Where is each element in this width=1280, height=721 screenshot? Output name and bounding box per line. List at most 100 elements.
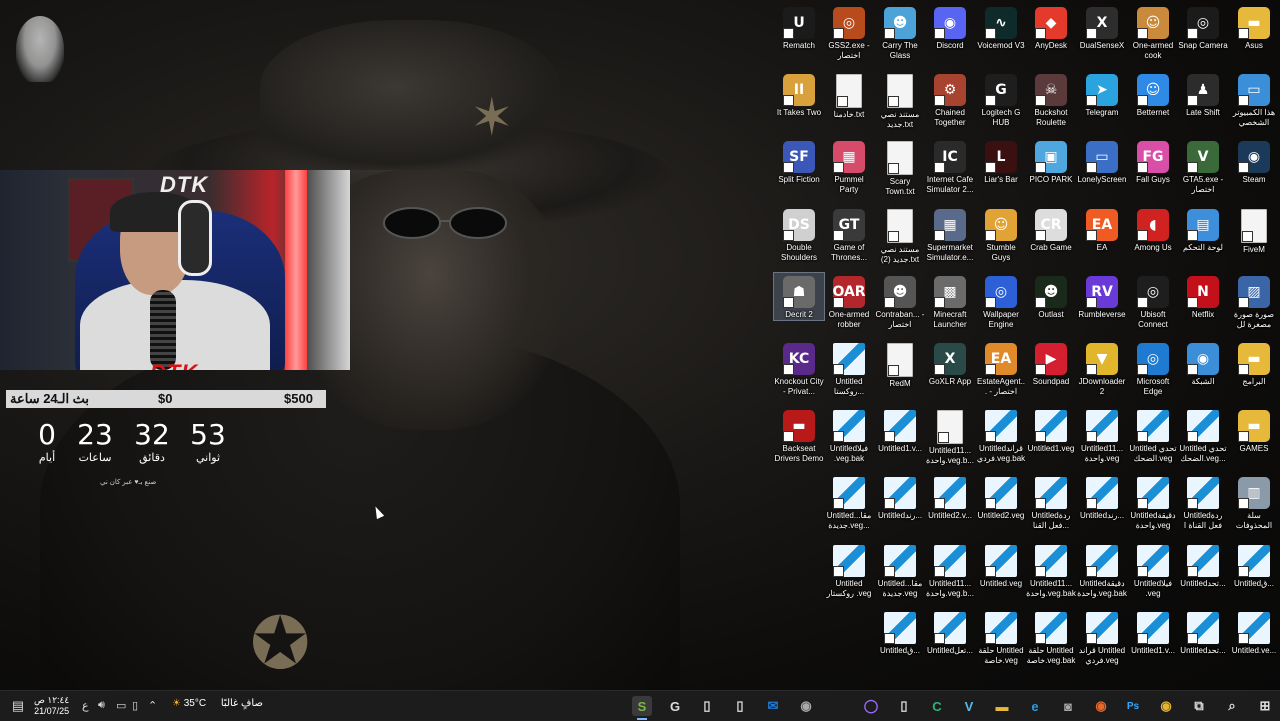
desktop-icon[interactable]: Untitledرند... [875,474,925,521]
desktop-icon[interactable]: Untitledفيلا .veg.bak [824,407,874,464]
desktop-icon[interactable]: U Rematch [774,4,824,51]
desktop-icon[interactable]: ☻ Outlast [1026,273,1076,320]
desktop-icon[interactable]: ▩ Minecraft Launcher [925,273,975,330]
desktop-icon[interactable]: Untitled11... واحدة.veg.b... [925,407,975,466]
notification-center-icon[interactable]: ▤ [8,696,28,716]
battery-icon[interactable]: ▯ [132,699,138,712]
desktop-icon[interactable]: ◎ Microsoft Edge [1128,340,1178,397]
desktop-icon[interactable]: Untitled روكستار .veg [824,542,874,599]
desktop-icon[interactable]: V GTA5.exe - اختصار [1178,138,1228,195]
desktop-icon[interactable]: Untitledرند... [1077,474,1127,521]
desktop-icon[interactable]: Untitled2.veg [976,474,1026,521]
desktop-icon[interactable]: X GoXLR App [925,340,975,387]
desktop-icon[interactable]: Untitled تحدي الضحك.veg... [1178,407,1228,464]
desktop-icon[interactable]: G Logitech G HUB [976,71,1026,128]
desktop-icon[interactable]: ▥ سلة المحذوفات [1229,474,1279,531]
desktop-icon[interactable]: ☗ Decrit 2 [773,272,825,321]
desktop-icon[interactable]: X DualSenseX [1077,4,1127,51]
desktop-icon[interactable]: ▭ هذا الكمبيوتر الشخصي [1229,71,1279,128]
desktop-icon[interactable]: Untitled11... واحدة.veg.b... [925,542,975,599]
desktop-icon[interactable]: ☺ Stumble Guys [976,206,1026,263]
desktop-icon[interactable]: Untitledردة فعل القنا... [1026,474,1076,531]
desktop-icon[interactable]: ◉ Discord [925,4,975,51]
desktop-icon[interactable]: ◖ Among Us [1128,206,1178,253]
show-hidden-icons-chevron-icon[interactable]: ⌃ [148,699,157,712]
taskbar-app-file-1-icon[interactable]: ▯ [697,696,717,716]
desktop-icon[interactable]: ▼ JDownloader 2 [1077,340,1127,397]
taskbar-app-photoshop-icon[interactable]: Ps [1123,696,1143,716]
desktop-icon[interactable]: Untitled روكستا... [824,340,874,397]
desktop-icon[interactable]: KC Knockout City - Privat... [774,340,824,397]
taskbar-app-start-icon[interactable]: ⊞ [1255,696,1275,716]
desktop-icon[interactable]: Untitled1.v... [875,407,925,454]
desktop-icon[interactable]: ▶ Soundpad [1026,340,1076,387]
desktop-icon[interactable]: Scary Town.txt [875,138,925,197]
desktop-icon[interactable]: ☺ Betternet [1128,71,1178,118]
desktop-icon[interactable]: ☻ Contraban... - اختصار [875,273,925,330]
taskbar-app-vegas-icon[interactable]: V [959,696,979,716]
desktop-icon[interactable]: L Liar's Bar [976,138,1026,185]
desktop-icon[interactable]: ∿ Voicemod V3 [976,4,1026,51]
desktop-icon[interactable]: FG Fall Guys [1128,138,1178,185]
desktop-icon[interactable]: ☻ Carry The Glass [875,4,925,61]
desktop-icon[interactable]: حلقة Untitled خاصة.veg [976,609,1026,666]
desktop-icon[interactable]: Untitledردة فعل القناة ا [1178,474,1228,531]
desktop-icon[interactable]: ➤ Telegram [1077,71,1127,118]
network-icon[interactable]: ▭ [116,699,126,712]
desktop-icon[interactable]: ▬ البرامج [1229,340,1279,387]
taskbar-app-obs-icon[interactable]: ◉ [796,696,816,716]
desktop-icon[interactable]: Untitledق... [875,609,925,656]
desktop-icon[interactable]: ◆ AnyDesk [1026,4,1076,51]
taskbar-app-gamepad-icon[interactable]: ◙ [1058,696,1078,716]
desktop-icon[interactable]: ◉ الشبكة [1178,340,1228,387]
taskbar-app-file-2-icon[interactable]: ▯ [730,696,750,716]
desktop-icon[interactable]: N Netflix [1178,273,1228,320]
desktop-icon[interactable]: ▨ صورة صورة مصغرة لل [1229,273,1279,330]
desktop-icon[interactable]: Untitled1.veg [1026,407,1076,454]
desktop-icon[interactable]: Untitled11... واحدة.veg [1077,407,1127,464]
desktop-icon[interactable]: ▬ GAMES [1229,407,1279,454]
desktop-icon[interactable]: Untitled11... واحدة.veg.bak [1026,542,1076,599]
desktop-icon[interactable]: Untitledتعل... [925,609,975,656]
taskbar-app-task-view-icon[interactable]: ⧉ [1189,696,1209,716]
desktop-icon[interactable]: ◎ GSS2.exe - اختصار [824,4,874,61]
desktop-icon[interactable]: ▬ Backseat Drivers Demo [774,407,824,464]
desktop-icon[interactable]: EA EA [1077,206,1127,253]
desktop-icon[interactable]: Untitledق... [1229,542,1279,589]
desktop-icon[interactable]: Untitled2.v... [925,474,975,521]
desktop-icon[interactable]: ◎ Ubisoft Connect [1128,273,1178,330]
desktop-icon[interactable]: FiveM [1229,206,1279,255]
taskbar-app-snagit-icon[interactable]: S [632,696,652,720]
desktop-icon[interactable]: II It Takes Two [774,71,824,118]
desktop-icon[interactable]: حلقة Untitled خاصة.veg.bak [1026,609,1076,666]
desktop-icon[interactable]: Untitledمقا... جديدة.veg [875,542,925,599]
desktop-icon[interactable]: Untitled1.v... [1128,609,1178,656]
volume-icon[interactable]: 🔊︎ [98,699,105,712]
desktop-icon[interactable]: Untitledدقيقة واحدة.veg [1128,474,1178,531]
desktop-icon[interactable]: RV Rumbleverse [1077,273,1127,320]
desktop-icon[interactable]: IC Internet Cafe Simulator 2... [925,138,975,195]
desktop-icon[interactable]: Untitled تحدي الضحك.veg [1128,407,1178,464]
desktop-icon[interactable]: ◉ Steam [1229,138,1279,185]
desktop-icon[interactable]: ◎ Snap Camera [1178,4,1228,51]
desktop-icon[interactable]: ▦ Supermarket Simulator.e... [925,206,975,263]
taskbar-app-explorer-icon[interactable]: ▬ [992,696,1012,716]
taskbar-app-edge-icon[interactable]: e [1025,696,1045,716]
desktop-icon[interactable]: Untitledدقيقة واحدة.veg.bak [1077,542,1127,599]
desktop-icon[interactable]: مستند نصي جديد.txt [875,71,925,130]
desktop-icon[interactable]: ▤ لوحة التحكم [1178,206,1228,253]
desktop-icon[interactable]: ⚙ Chained Together [925,71,975,128]
desktop-icon[interactable]: ▦ Pummel Party [824,138,874,195]
desktop-icon[interactable]: Untitled.ve... [1229,609,1279,656]
desktop-icon[interactable]: ☺ One-armed cook [1128,4,1178,61]
taskbar-app-firefox-icon[interactable]: ◉ [1091,696,1111,716]
weather-widget[interactable]: ☀︎ 35°C صافٍ غالبًا [172,698,263,709]
desktop-icon[interactable]: Untitledمقا... جديدة.veg... [824,474,874,531]
desktop-icon[interactable]: GT Game of Thrones... [824,206,874,263]
desktop-icon[interactable]: خادمنا.txt [824,71,874,120]
desktop-icon[interactable]: EA EstateAgent... - اختصار [976,340,1026,397]
taskbar-app-outlook-icon[interactable]: ✉ [763,696,783,716]
desktop-icon[interactable]: RedM [875,340,925,389]
desktop-icon[interactable]: CR Crab Game [1026,206,1076,253]
taskbar-app-chrome-icon[interactable]: ◉ [1156,696,1176,716]
